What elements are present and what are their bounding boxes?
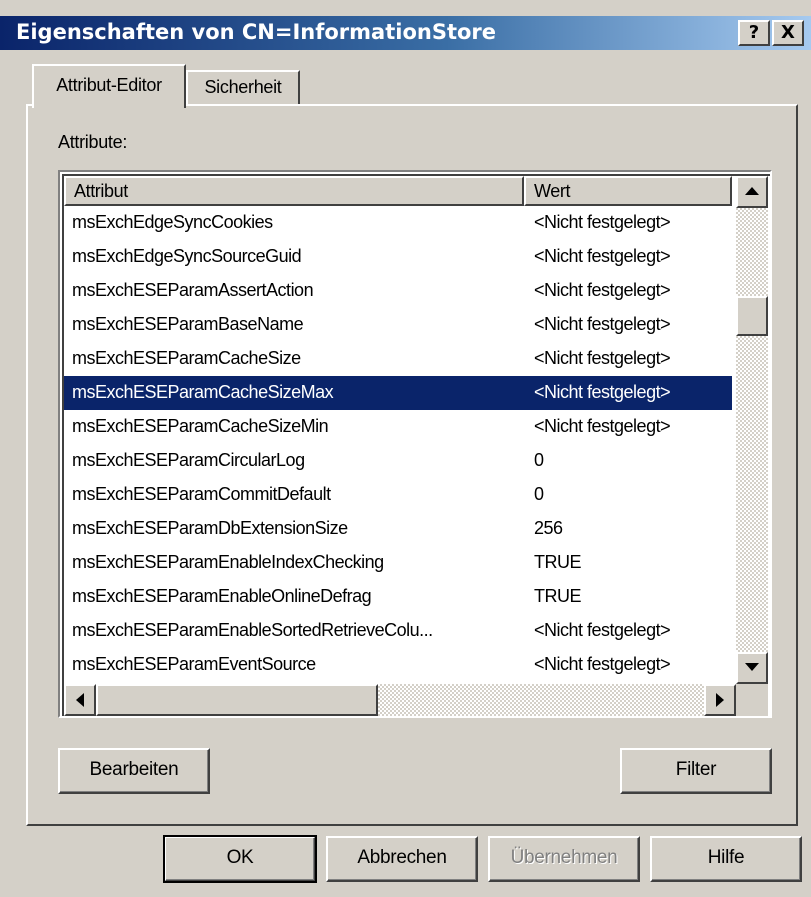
attribute-name-cell: msExchESEParamCircularLog <box>72 450 305 470</box>
table-row[interactable]: msExchESEParamEventSource <Nicht festgele… <box>64 648 732 682</box>
attribute-name-cell: msExchESEParamCacheSize <box>72 348 301 368</box>
column-header-attribute[interactable]: Attribut <box>64 176 524 206</box>
attribute-name-cell: msExchESEParamEnableIndexChecking <box>72 552 384 572</box>
tab-security[interactable]: Sicherheit <box>186 70 300 104</box>
help-button-label: Hilfe <box>707 847 745 868</box>
attribute-value-cell: <Nicht festgelegt> <box>534 620 671 640</box>
table-row-selected[interactable]: msExchESEParamCacheSizeMax <Nicht festgel… <box>64 376 732 410</box>
attribute-value-cell: 0 <box>534 484 544 504</box>
apply-button[interactable]: Übernehmen <box>488 836 640 882</box>
attribute-value-cell: <Nicht festgelegt> <box>534 382 671 402</box>
attribute-value-cell: TRUE <box>534 586 582 606</box>
vertical-scrollbar[interactable] <box>736 176 768 684</box>
attribute-value-cell: 0 <box>534 450 544 470</box>
attribute-name-cell: msExchESEParamEventSource <box>72 654 316 674</box>
attribute-name-cell: msExchESEParamCommitDefault <box>72 484 331 504</box>
table-row[interactable]: msExchEdgeSyncSourceGuid <Nicht festgeleg… <box>64 240 732 274</box>
attribute-name-cell: msExchEdgeSyncSourceGuid <box>72 246 302 266</box>
attribute-value-cell: <Nicht festgelegt> <box>534 348 671 368</box>
scroll-up-button[interactable] <box>736 176 768 208</box>
attribute-value-cell: <Nicht festgelegt> <box>534 416 671 436</box>
column-header-value[interactable]: Wert <box>524 176 732 206</box>
attribute-value-cell: TRUE <box>534 552 582 572</box>
help-button[interactable]: Hilfe <box>650 836 802 882</box>
cancel-button[interactable]: Abbrechen <box>326 836 478 882</box>
ok-button-label: OK <box>226 847 254 868</box>
scroll-down-button[interactable] <box>736 652 768 684</box>
table-row[interactable]: msExchESEParamDbExtensionSize 256 <box>64 512 732 546</box>
attribute-value-cell: <Nicht festgelegt> <box>534 246 671 266</box>
ok-button[interactable]: OK <box>163 835 317 883</box>
triangle-left-icon <box>76 693 84 707</box>
table-row[interactable]: msExchESEParamCacheSizeMin <Nicht festgel… <box>64 410 732 444</box>
attribute-name-cell: msExchESEParamAssertAction <box>72 280 314 300</box>
close-button[interactable]: X <box>772 20 804 46</box>
list-rows: msExchEdgeSyncCookies <Nicht festgelegt> m… <box>64 206 732 702</box>
triangle-down-icon <box>745 663 759 671</box>
scroll-left-button[interactable] <box>64 684 96 716</box>
tab-attribute-editor[interactable]: Attribut-Editor <box>32 64 186 108</box>
tab-attribute-editor-label: Attribut-Editor <box>56 75 162 95</box>
attribute-name-cell: msExchESEParamDbExtensionSize <box>72 518 348 538</box>
edit-button-label: Bearbeiten <box>89 759 179 780</box>
attribute-value-cell: <Nicht festgelegt> <box>534 280 671 300</box>
window-title: Eigenschaften von CN=InformationStore <box>16 20 497 44</box>
attribute-value-cell: <Nicht festgelegt> <box>534 654 671 674</box>
attribute-value-cell: 256 <box>534 518 563 538</box>
properties-dialog: Eigenschaften von CN=InformationStore ? … <box>0 0 811 897</box>
filter-button-label: Filter <box>675 759 717 780</box>
help-title-button[interactable]: ? <box>738 20 770 46</box>
close-icon: X <box>781 22 795 43</box>
table-row[interactable]: msExchESEParamEnableOnlineDefrag TRUE <box>64 580 732 614</box>
attribute-value-cell: <Nicht festgelegt> <box>534 314 671 334</box>
table-row[interactable]: msExchESEParamCacheSize <Nicht festgelegt… <box>64 342 732 376</box>
table-row[interactable]: msExchEdgeSyncCookies <Nicht festgelegt> <box>64 206 732 240</box>
horizontal-scroll-thumb[interactable] <box>96 684 378 716</box>
horizontal-scrollbar[interactable] <box>64 684 736 716</box>
tab-security-label: Sicherheit <box>204 77 282 97</box>
scroll-right-button[interactable] <box>704 684 736 716</box>
attribute-name-cell: msExchESEParamEnableOnlineDefrag <box>72 586 372 606</box>
attribute-value-cell: <Nicht festgelegt> <box>534 212 671 232</box>
triangle-up-icon <box>745 187 759 195</box>
filter-button[interactable]: Filter <box>620 748 772 794</box>
vertical-scroll-thumb[interactable] <box>736 296 768 336</box>
attribute-name-cell: msExchESEParamCacheSizeMin <box>72 416 329 436</box>
list-header: Attribut Wert <box>64 176 732 206</box>
table-row[interactable]: msExchESEParamEnableIndexChecking TRUE <box>64 546 732 580</box>
edit-button[interactable]: Bearbeiten <box>58 748 210 794</box>
table-row[interactable]: msExchESEParamCircularLog 0 <box>64 444 732 478</box>
attribute-name-cell: msExchESEParamEnableSortedRetrieveColu..… <box>72 620 433 640</box>
apply-button-label: Übernehmen <box>510 847 618 868</box>
scrollbar-corner <box>736 684 768 716</box>
attributes-label: Attribute: <box>58 132 128 152</box>
table-row[interactable]: msExchESEParamEnableSortedRetrieveColu..… <box>64 614 732 648</box>
title-bar: Eigenschaften von CN=InformationStore ? … <box>0 16 811 50</box>
table-row[interactable]: msExchESEParamCommitDefault 0 <box>64 478 732 512</box>
attribute-list[interactable]: Attribut Wert msExchEdgeSyncCookies <Nich… <box>58 170 772 718</box>
attribute-name-cell: msExchEdgeSyncCookies <box>72 212 273 232</box>
attribute-name-cell: msExchESEParamBaseName <box>72 314 304 334</box>
table-row[interactable]: msExchESEParamAssertAction <Nicht festgel… <box>64 274 732 308</box>
table-row[interactable]: msExchESEParamBaseName <Nicht festgelegt> <box>64 308 732 342</box>
cancel-button-label: Abbrechen <box>357 847 447 868</box>
attribute-name-cell: msExchESEParamCacheSizeMax <box>72 382 334 402</box>
triangle-right-icon <box>716 693 724 707</box>
help-icon: ? <box>748 22 760 43</box>
